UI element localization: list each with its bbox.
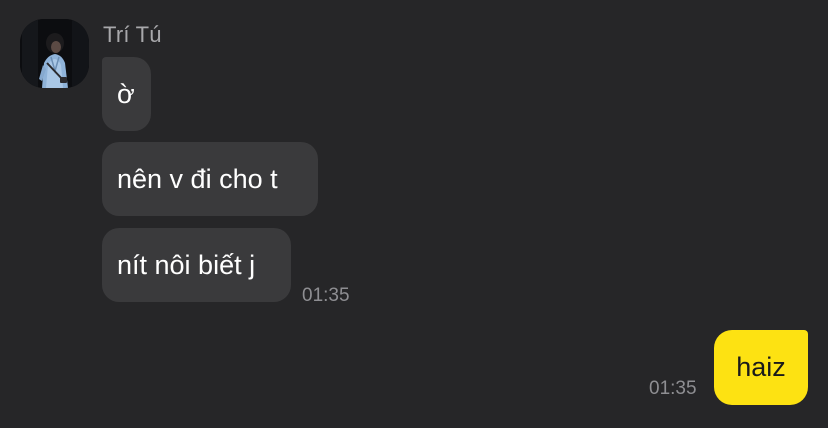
outgoing-timestamp: 01:35 (649, 378, 697, 399)
profile-photo-icon (20, 19, 89, 88)
sender-name: Trí Tú (103, 22, 162, 47)
sender-avatar[interactable] (20, 19, 89, 88)
chat-thread: Trí Tú ờ nên v đi cho t nít nôi biết j 0… (0, 0, 828, 428)
message-text: haiz (736, 352, 786, 382)
outgoing-message-bubble[interactable]: haiz (714, 330, 808, 405)
incoming-timestamp: 01:35 (302, 285, 350, 306)
incoming-message-bubble[interactable]: nít nôi biết j (102, 228, 291, 302)
incoming-message-bubble[interactable]: ờ (102, 57, 151, 131)
message-text: ờ (117, 78, 135, 109)
message-text: nít nôi biết j (117, 249, 256, 280)
message-text: nên v đi cho t (117, 163, 278, 194)
incoming-message-bubble[interactable]: nên v đi cho t (102, 142, 318, 216)
